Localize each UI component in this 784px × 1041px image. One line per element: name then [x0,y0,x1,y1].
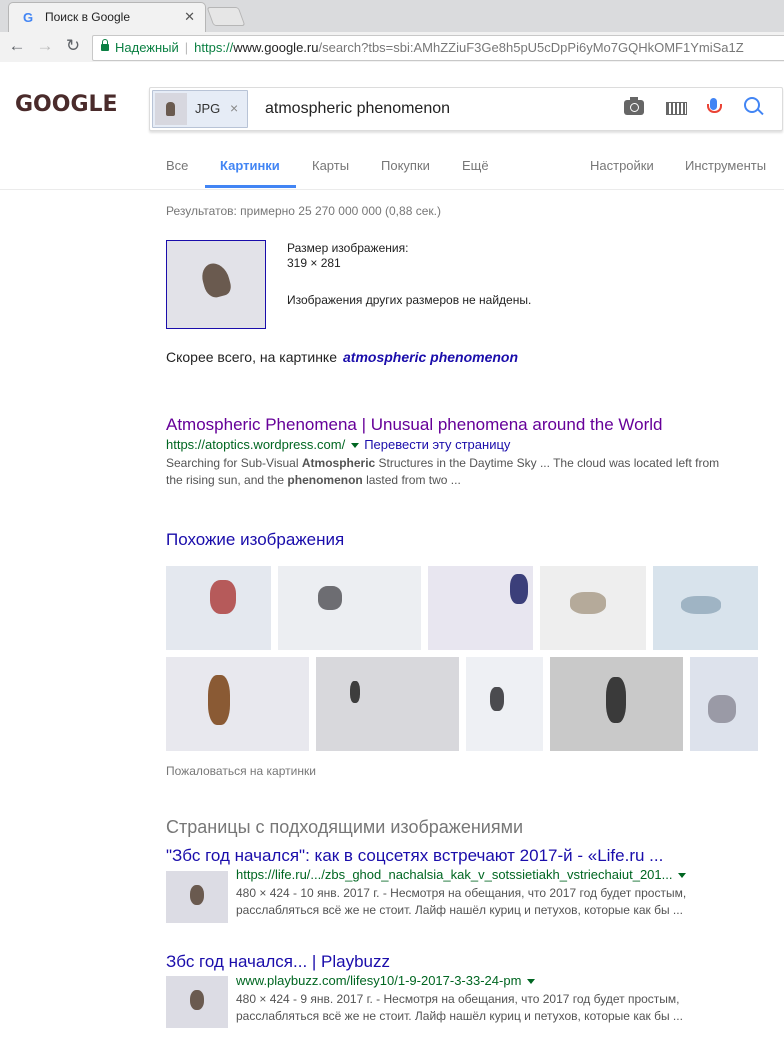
search-box[interactable]: JPG × atmospheric phenomenon [149,87,783,131]
search-tabs: Все Картинки Карты Покупки Ещё Настройки… [0,158,784,188]
result-snippet: Searching for Sub-Visual Atmospheric Str… [166,455,776,489]
search-input[interactable]: atmospheric phenomenon [265,100,450,118]
image-subject [490,687,504,711]
image-subject [350,681,360,703]
similar-image[interactable] [316,657,459,751]
tab-maps[interactable]: Карты [312,158,349,173]
snippet-text: lasted from two ... [362,473,461,487]
snippet-text: Searching for Sub-Visual [166,456,302,470]
page-result-text: расслабляться всё же не стоит. Лайф нашё… [236,903,683,917]
image-subject [318,586,342,610]
url-path: /search?tbs=sbi:AMhZZiuF3Ge8h5pU5cDpPi6y… [318,40,744,55]
image-subject [210,580,236,614]
page-result-url-row: https://life.ru/.../zbs_ghod_nachalsia_k… [236,867,691,882]
similar-image[interactable] [166,566,271,650]
chip-label: JPG [195,101,221,116]
tab-all[interactable]: Все [166,158,188,173]
result-menu-icon[interactable] [678,873,687,878]
page-result-thumbnail[interactable] [166,976,228,1028]
report-images-link[interactable]: Пожаловаться на картинки [166,764,316,778]
image-subject [510,574,528,604]
tab-images[interactable]: Картинки [220,158,280,173]
similar-image[interactable] [653,566,758,650]
query-image-thumbnail [155,93,187,125]
translate-link[interactable]: Перевести эту страницу [364,437,510,452]
address-bar[interactable]: Надежный | https://www.google.ru/search?tb… [92,35,784,61]
browser-tab-bar: G Поиск в Google ✕ [0,0,784,33]
result-url-row: https://atoptics.wordpress.com/Перевести… [166,437,510,452]
image-size-value: 319 × 281 [287,256,341,270]
forward-icon[interactable]: → [34,35,56,57]
snippet-bold: phenomenon [287,473,363,487]
image-subject [681,596,721,614]
page-result-url: www.playbuzz.com/lifesy10/1-9-2017-3-33-… [236,973,522,988]
query-image-subject [199,260,233,300]
snippet-text: Structures in the Daytime Sky ... The cl… [375,456,720,470]
browser-toolbar: ← → ↻ Надежный | https://www.google.ru/sea… [0,32,784,63]
page-result-snippet: 480 × 424 - 9 янв. 2017 г. - Несмотря на… [236,991,776,1025]
page-result-title[interactable]: Збс год начался... | Playbuzz [166,952,390,972]
google-header: GOOGLE JPG × atmospheric phenomenon Все … [0,62,784,190]
similar-images-title[interactable]: Похожие изображения [166,530,344,550]
similar-image[interactable] [466,657,543,751]
page-result-meta: 480 × 424 - 9 янв. 2017 г. - Несмотря на… [236,992,680,1006]
microphone-icon[interactable] [707,98,722,113]
page-result-url: https://life.ru/.../zbs_ghod_nachalsia_k… [236,867,673,882]
tab-title: Поиск в Google [45,10,130,24]
url-scheme: https:// [194,40,234,55]
best-guess: Скорее всего, на картинке atmospheric phe… [166,349,518,365]
best-guess-link[interactable]: atmospheric phenomenon [343,349,518,365]
page-result-meta: 480 × 424 - 10 янв. 2017 г. - Несмотря н… [236,886,687,900]
keyboard-icon[interactable] [666,102,687,115]
result-title[interactable]: Atmospheric Phenomena | Unusual phenomen… [166,415,662,435]
page-result-text: расслабляться всё же не стоит. Лайф нашё… [236,1009,683,1023]
secure-label: Надежный [115,40,179,55]
no-other-sizes: Изображения других размеров не найдены. [287,293,532,307]
new-tab-button[interactable] [206,7,246,26]
page-result-thumbnail[interactable] [166,871,228,923]
matching-pages-title: Страницы с подходящими изображениями [166,817,524,837]
url-host: www.google.ru [233,40,319,55]
lock-icon [101,39,109,51]
image-subject [570,592,606,614]
image-subject [606,677,626,723]
similar-image[interactable] [166,657,309,751]
snippet-bold: Atmospheric [301,456,376,470]
tab-shopping[interactable]: Покупки [381,158,430,173]
snippet-text: the rising sun, and the [166,473,288,487]
back-icon[interactable]: ← [6,35,28,57]
reload-icon[interactable]: ↻ [62,35,84,57]
result-url: https://atoptics.wordpress.com/ [166,437,346,452]
similar-image[interactable] [278,566,421,650]
image-size-info: Размер изображения: 319 × 281 [287,241,408,271]
result-stats: Результатов: примерно 25 270 000 000 (0,… [166,204,441,218]
close-tab-icon[interactable]: ✕ [184,9,195,25]
similar-image[interactable] [428,566,533,650]
camera-icon[interactable] [624,97,644,115]
page-result-title[interactable]: "Збс год начался": как в соцсетях встреч… [166,846,663,866]
browser-tab[interactable]: G Поиск в Google ✕ [8,2,206,33]
google-logo[interactable]: GOOGLE [15,92,118,117]
tab-more[interactable]: Ещё [462,158,489,173]
image-size-label: Размер изображения: [287,241,409,255]
remove-image-icon[interactable]: × [230,100,238,116]
similar-image[interactable] [690,657,758,751]
image-query-chip[interactable]: JPG × [152,90,248,128]
address-separator: | [184,40,189,55]
image-subject [208,675,230,725]
similar-image[interactable] [550,657,683,751]
page-result-url-row: www.playbuzz.com/lifesy10/1-9-2017-3-33-… [236,973,540,988]
tab-settings[interactable]: Настройки [590,158,654,173]
similar-image[interactable] [540,566,646,650]
search-icon[interactable] [744,97,760,113]
image-subject [708,695,736,723]
best-guess-prefix: Скорее всего, на картинке [166,349,337,365]
result-menu-icon[interactable] [351,443,360,448]
google-favicon-icon: G [23,10,34,25]
tab-tools[interactable]: Инструменты [685,158,766,173]
active-tab-indicator [205,185,296,188]
page-result-snippet: 480 × 424 - 10 янв. 2017 г. - Несмотря н… [236,885,776,919]
result-menu-icon[interactable] [527,979,536,984]
query-image[interactable] [166,240,266,329]
